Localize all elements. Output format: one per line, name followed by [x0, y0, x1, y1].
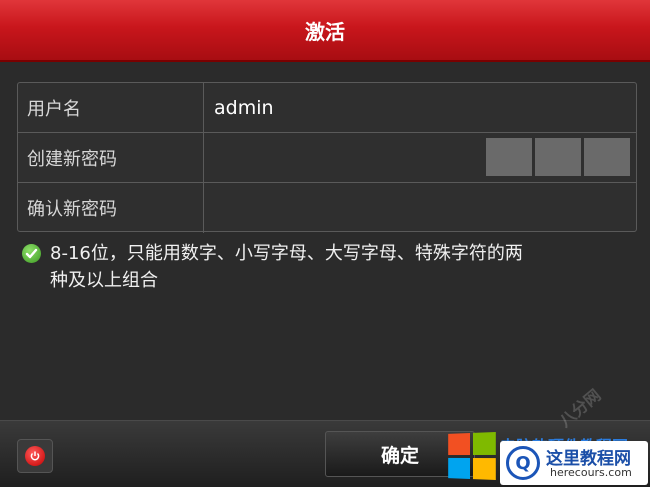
username-label: 用户名 [18, 83, 204, 132]
windows-logo-tile [472, 457, 496, 481]
strength-segment [486, 138, 532, 176]
hint-line-1: 8-16位，只能用数字、小写字母、大写字母、特殊字符的两 [50, 243, 523, 264]
windows-logo-tile [472, 431, 496, 455]
password-hint: 8-16位，只能用数字、小写字母、大写字母、特殊字符的两 种及以上组合 [22, 240, 622, 294]
confirm-password-field[interactable] [204, 183, 636, 233]
badge-url: herecours.com [550, 466, 632, 479]
windows-logo-icon [448, 431, 496, 481]
hint-line-2: 种及以上组合 [50, 270, 158, 291]
check-icon [22, 244, 41, 263]
windows-logo-tile [448, 433, 470, 455]
power-icon [25, 446, 45, 466]
confirm-password-row: 确认新密码 [18, 183, 636, 233]
new-password-label: 创建新密码 [18, 133, 204, 182]
power-button[interactable] [17, 439, 53, 473]
strength-segment [535, 138, 581, 176]
username-row: 用户名 admin [18, 83, 636, 133]
dialog-title: 激活 [305, 19, 345, 44]
activation-form: 用户名 admin 创建新密码 确认新密码 [17, 82, 637, 233]
windows-logo-tile [448, 457, 470, 479]
watermark-badge: Q 这里教程网 herecours.com [500, 441, 648, 485]
dialog-title-bar: 激活 [0, 0, 650, 62]
new-password-row: 创建新密码 [18, 133, 636, 183]
confirm-password-label: 确认新密码 [18, 183, 204, 233]
badge-logo-icon: Q [506, 446, 540, 480]
username-field[interactable]: admin [204, 83, 636, 132]
strength-segment [584, 138, 630, 176]
password-strength-meter [486, 138, 630, 176]
